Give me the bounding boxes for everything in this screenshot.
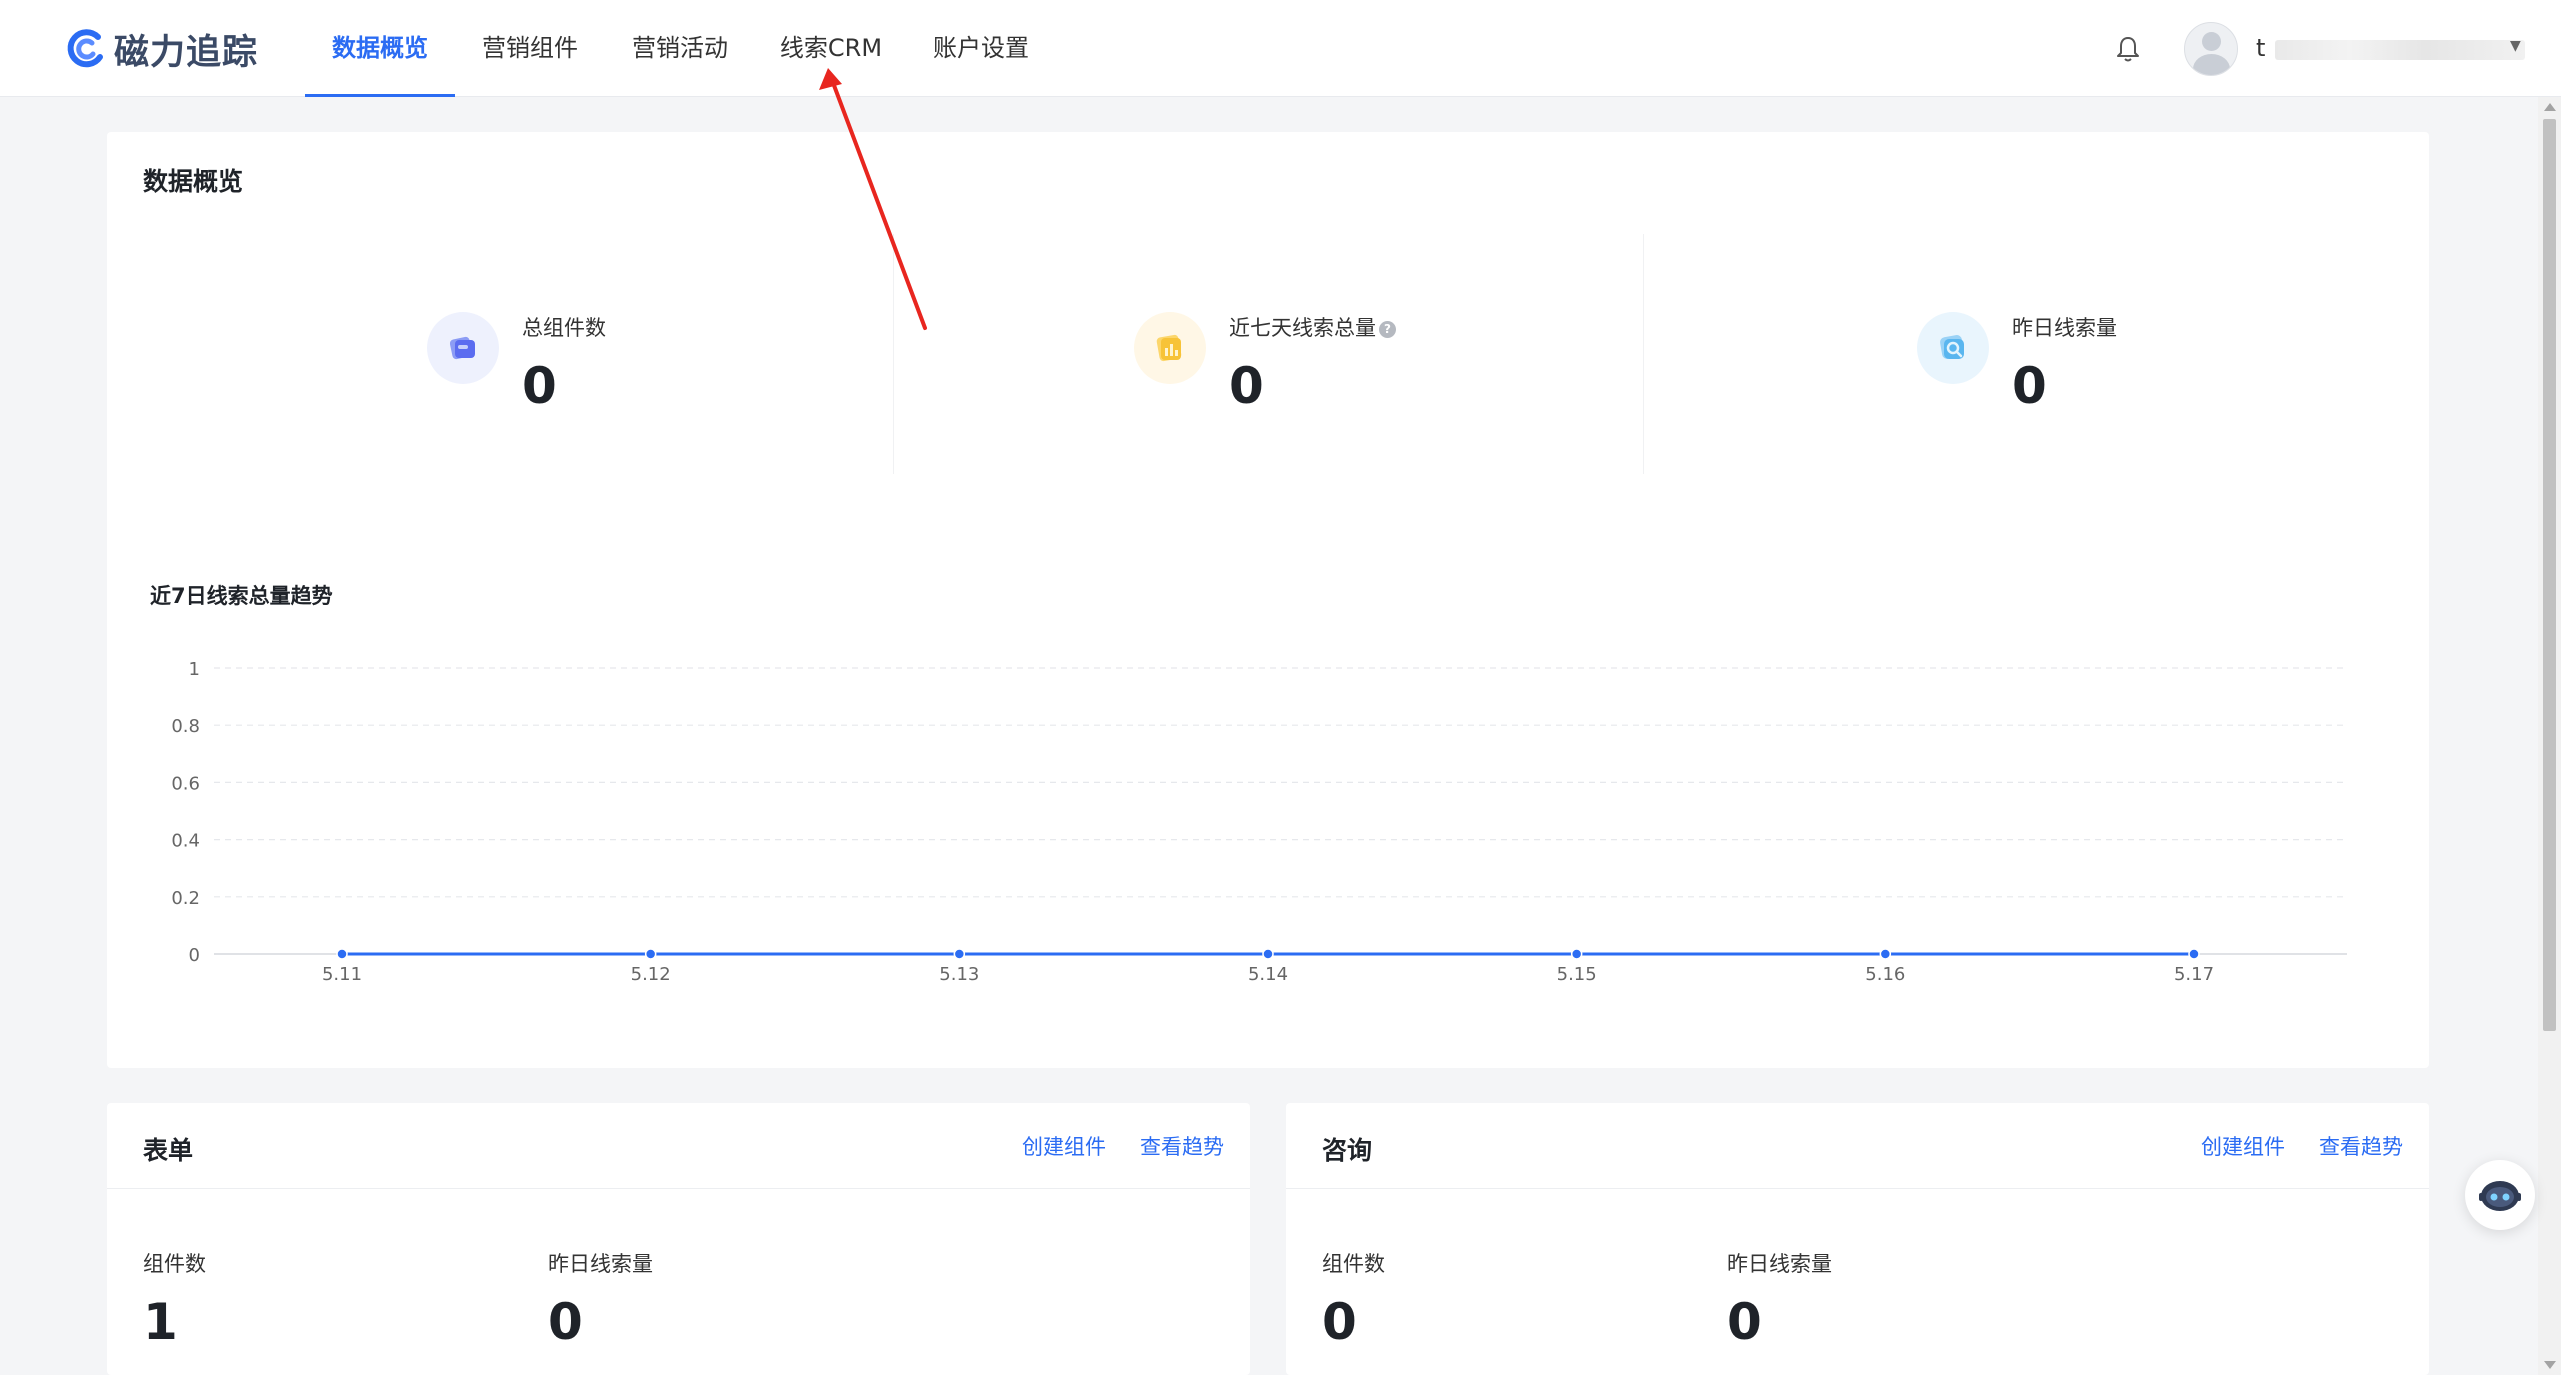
y-tick-label: 0 [189,945,200,966]
data-point [644,948,657,960]
active-tab-indicator [305,94,455,97]
nav-tab-marketing-components[interactable]: 营销组件 [470,0,590,97]
x-tick-label: 5.16 [1865,964,1905,985]
bell-icon[interactable] [2113,34,2143,64]
data-point [1570,948,1583,960]
x-tick-label: 5.12 [631,964,671,985]
top-navigation-bar: 磁力追踪 数据概览 营销组件 营销活动 线索CRM 账户设置 t ▼ [0,0,2561,97]
y-tick-label: 0.2 [171,888,200,909]
divider [107,1188,1250,1189]
scroll-down-arrow-icon[interactable] [2544,1361,2556,1369]
data-point [336,948,348,960]
form-view-trend-link[interactable]: 查看趋势 [1140,1131,1224,1161]
y-tick-label: 0.8 [171,716,200,737]
user-avatar-icon[interactable] [2184,22,2238,76]
nav-tab-data-overview[interactable]: 数据概览 [305,0,455,97]
consult-component-count-label: 组件数 [1322,1252,1385,1276]
y-tick-label: 0.4 [171,831,200,852]
robot-assistant-icon [2479,1181,2521,1211]
data-point [953,948,966,960]
lead-trend-line-chart: 0 0.2 0.4 0.6 0.8 1 5.11 5.12 5.13 5.14 5.15 5.16 5.… [171,659,2347,985]
robot-assistant-button[interactable] [2465,1160,2535,1230]
data-point [1262,948,1274,960]
divider [1286,1188,2429,1189]
nav-tab-lead-crm[interactable]: 线索CRM [770,0,892,97]
scroll-up-arrow-icon[interactable] [2544,103,2556,111]
consult-yesterday-leads-label: 昨日线索量 [1727,1252,1832,1276]
consult-view-trend-link[interactable]: 查看趋势 [2319,1131,2403,1161]
form-card: 表单 创建组件 查看趋势 组件数 1 昨日线索量 0 [107,1103,1250,1375]
nav-tab-marketing-activities[interactable]: 营销活动 [620,0,740,97]
x-tick-label: 5.11 [322,964,362,985]
form-component-count-label: 组件数 [143,1252,206,1276]
x-tick-label: 5.17 [2174,964,2214,985]
x-tick-label: 5.13 [939,964,979,985]
x-tick-label: 5.15 [1557,964,1597,985]
consult-create-component-link[interactable]: 创建组件 [2201,1131,2285,1161]
logo-icon [67,29,103,68]
data-overview-card: 数据概览 总组件数 0 近七天线索总量? 0 昨日线索量 0 近7日线索总量趋势… [107,132,2429,1068]
form-yesterday-leads-label: 昨日线索量 [548,1252,653,1276]
logo[interactable]: 磁力追踪 [64,24,258,74]
y-tick-label: 1 [189,659,200,680]
form-yesterday-leads-value: 0 [548,1293,583,1351]
data-point [1879,948,1892,960]
user-name[interactable]: t [2256,34,2265,62]
page-scrollbar[interactable] [2538,97,2561,1375]
y-tick-label: 0.6 [171,773,200,794]
data-point [2188,948,2200,960]
consult-yesterday-leads-value: 0 [1727,1293,1762,1351]
x-tick-label: 5.14 [1248,964,1288,985]
consult-card-title: 咨询 [1322,1136,1373,1165]
consult-component-count-value: 0 [1322,1293,1357,1351]
chevron-down-icon[interactable]: ▼ [2510,38,2521,54]
scrollbar-thumb[interactable] [2543,119,2556,1031]
nav-tab-account-settings[interactable]: 账户设置 [921,0,1041,97]
form-component-count-value: 1 [143,1293,178,1351]
consult-card: 咨询 创建组件 查看趋势 组件数 0 昨日线索量 0 [1286,1103,2429,1375]
user-name-redacted [2275,40,2525,60]
form-create-component-link[interactable]: 创建组件 [1022,1131,1106,1161]
form-card-title: 表单 [143,1136,194,1165]
logo-text: 磁力追踪 [114,32,259,73]
